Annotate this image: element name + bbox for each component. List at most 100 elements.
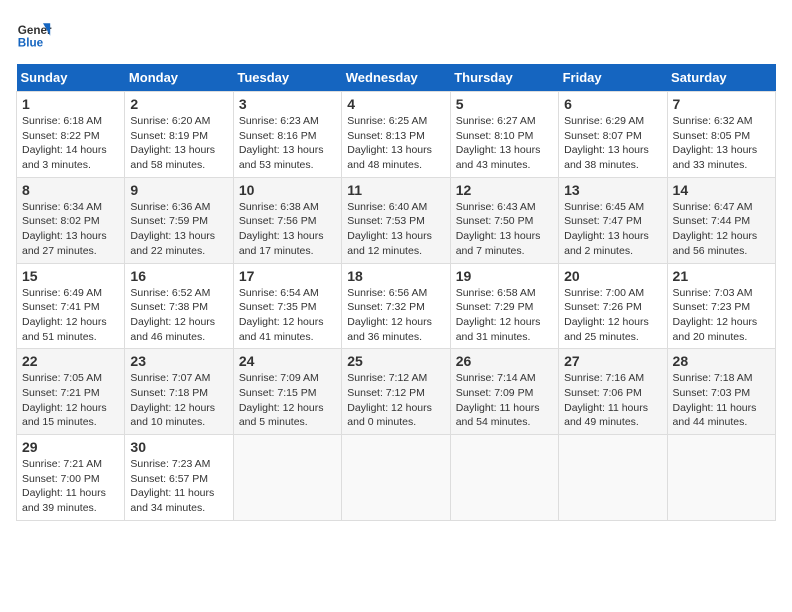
calendar-cell-4-2: 23 Sunrise: 7:07 AMSunset: 7:18 PMDayligh… [125,349,233,435]
calendar-cell-5-6 [559,435,667,521]
calendar-week-2: 8Sunrise: 6:34 AMSunset: 8:02 PMDaylight… [17,177,776,263]
calendar-cell-2-7: 14Sunrise: 6:47 AMSunset: 7:44 PMDayligh… [667,177,775,263]
calendar-cell-2-4: 11 Sunrise: 6:40 AMSunset: 7:53 PMDayligh… [342,177,450,263]
day-info: Sunrise: 7:00 AMSunset: 7:26 PMDaylight:… [564,286,661,345]
calendar-cell-1-2: 2 Sunrise: 6:20 AMSunset: 8:19 PMDaylight… [125,92,233,178]
calendar-week-4: 22Sunrise: 7:05 AMSunset: 7:21 PMDayligh… [17,349,776,435]
day-number: 2 [130,96,227,112]
day-info: Sunrise: 6:54 AMSunset: 7:35 PMDaylight:… [239,286,336,345]
calendar-cell-4-6: 27 Sunrise: 7:16 AMSunset: 7:06 PMDayligh… [559,349,667,435]
day-number: 15 [22,268,119,284]
day-number: 26 [456,353,553,369]
day-info: Sunrise: 6:56 AMSunset: 7:32 PMDaylight:… [347,286,444,345]
day-number: 1 [22,96,119,112]
day-number: 22 [22,353,119,369]
day-number: 12 [456,182,553,198]
day-number: 18 [347,268,444,284]
day-number: 6 [564,96,661,112]
calendar-cell-4-7: 28 Sunrise: 7:18 AMSunset: 7:03 PMDayligh… [667,349,775,435]
dow-header-saturday: Saturday [667,64,775,92]
calendar-cell-1-6: 6 Sunrise: 6:29 AMSunset: 8:07 PMDaylight… [559,92,667,178]
dow-header-friday: Friday [559,64,667,92]
day-info: Sunrise: 6:47 AMSunset: 7:44 PMDaylight:… [673,200,770,259]
day-number: 25 [347,353,444,369]
day-info: Sunrise: 7:14 AMSunset: 7:09 PMDaylight:… [456,371,553,430]
calendar-cell-5-4 [342,435,450,521]
day-number: 4 [347,96,444,112]
calendar-cell-3-1: 15 Sunrise: 6:49 AMSunset: 7:41 PMDayligh… [17,263,125,349]
day-number: 28 [673,353,770,369]
calendar-cell-3-3: 17 Sunrise: 6:54 AMSunset: 7:35 PMDayligh… [233,263,341,349]
day-number: 23 [130,353,227,369]
calendar-cell-1-3: 3Sunrise: 6:23 AMSunset: 8:16 PMDaylight… [233,92,341,178]
day-info: Sunrise: 6:49 AMSunset: 7:41 PMDaylight:… [22,286,119,345]
day-number: 27 [564,353,661,369]
calendar-cell-3-7: 21Sunrise: 7:03 AMSunset: 7:23 PMDayligh… [667,263,775,349]
day-number: 21 [673,268,770,284]
calendar-cell-5-2: 30 Sunrise: 7:23 AMSunset: 6:57 PMDayligh… [125,435,233,521]
dow-header-wednesday: Wednesday [342,64,450,92]
calendar-cell-5-5 [450,435,558,521]
calendar-cell-2-3: 10 Sunrise: 6:38 AMSunset: 7:56 PMDayligh… [233,177,341,263]
day-number: 7 [673,96,770,112]
day-info: Sunrise: 6:32 AMSunset: 8:05 PMDaylight:… [673,114,770,173]
day-number: 30 [130,439,227,455]
day-info: Sunrise: 6:25 AMSunset: 8:13 PMDaylight:… [347,114,444,173]
calendar-cell-2-5: 12 Sunrise: 6:43 AMSunset: 7:50 PMDayligh… [450,177,558,263]
day-info: Sunrise: 7:07 AMSunset: 7:18 PMDaylight:… [130,371,227,430]
calendar-cell-3-5: 19Sunrise: 6:58 AMSunset: 7:29 PMDayligh… [450,263,558,349]
day-info: Sunrise: 7:21 AMSunset: 7:00 PMDaylight:… [22,457,119,516]
svg-text:Blue: Blue [18,37,44,50]
calendar-cell-4-4: 25 Sunrise: 7:12 AMSunset: 7:12 PMDayligh… [342,349,450,435]
calendar-cell-3-4: 18 Sunrise: 6:56 AMSunset: 7:32 PMDayligh… [342,263,450,349]
calendar-cell-1-4: 4 Sunrise: 6:25 AMSunset: 8:13 PMDaylight… [342,92,450,178]
calendar-cell-4-1: 22Sunrise: 7:05 AMSunset: 7:21 PMDayligh… [17,349,125,435]
dow-header-sunday: Sunday [17,64,125,92]
calendar-cell-3-2: 16 Sunrise: 6:52 AMSunset: 7:38 PMDayligh… [125,263,233,349]
day-number: 11 [347,182,444,198]
calendar-cell-5-7 [667,435,775,521]
calendar-week-1: 1 Sunrise: 6:18 AMSunset: 8:22 PMDaylight… [17,92,776,178]
day-info: Sunrise: 7:16 AMSunset: 7:06 PMDaylight:… [564,371,661,430]
calendar-week-3: 15 Sunrise: 6:49 AMSunset: 7:41 PMDayligh… [17,263,776,349]
day-number: 19 [456,268,553,284]
calendar-cell-5-3 [233,435,341,521]
day-info: Sunrise: 6:36 AMSunset: 7:59 PMDaylight:… [130,200,227,259]
day-of-week-row: SundayMondayTuesdayWednesdayThursdayFrid… [17,64,776,92]
day-info: Sunrise: 6:43 AMSunset: 7:50 PMDaylight:… [456,200,553,259]
calendar-cell-4-5: 26 Sunrise: 7:14 AMSunset: 7:09 PMDayligh… [450,349,558,435]
day-info: Sunrise: 6:23 AMSunset: 8:16 PMDaylight:… [239,114,336,173]
day-info: Sunrise: 6:45 AMSunset: 7:47 PMDaylight:… [564,200,661,259]
page-header: General Blue [16,16,776,52]
day-info: Sunrise: 6:52 AMSunset: 7:38 PMDaylight:… [130,286,227,345]
day-info: Sunrise: 6:29 AMSunset: 8:07 PMDaylight:… [564,114,661,173]
calendar-cell-3-6: 20Sunrise: 7:00 AMSunset: 7:26 PMDayligh… [559,263,667,349]
day-number: 16 [130,268,227,284]
day-number: 17 [239,268,336,284]
day-number: 24 [239,353,336,369]
day-info: Sunrise: 6:27 AMSunset: 8:10 PMDaylight:… [456,114,553,173]
day-info: Sunrise: 7:12 AMSunset: 7:12 PMDaylight:… [347,371,444,430]
dow-header-thursday: Thursday [450,64,558,92]
dow-header-tuesday: Tuesday [233,64,341,92]
day-info: Sunrise: 6:40 AMSunset: 7:53 PMDaylight:… [347,200,444,259]
day-number: 5 [456,96,553,112]
day-info: Sunrise: 6:18 AMSunset: 8:22 PMDaylight:… [22,114,119,173]
calendar-cell-1-1: 1 Sunrise: 6:18 AMSunset: 8:22 PMDaylight… [17,92,125,178]
day-number: 9 [130,182,227,198]
day-info: Sunrise: 6:38 AMSunset: 7:56 PMDaylight:… [239,200,336,259]
day-info: Sunrise: 7:18 AMSunset: 7:03 PMDaylight:… [673,371,770,430]
calendar-cell-2-6: 13 Sunrise: 6:45 AMSunset: 7:47 PMDayligh… [559,177,667,263]
day-info: Sunrise: 6:20 AMSunset: 8:19 PMDaylight:… [130,114,227,173]
calendar-week-5: 29Sunrise: 7:21 AMSunset: 7:00 PMDayligh… [17,435,776,521]
logo: General Blue [16,16,56,52]
day-info: Sunrise: 7:23 AMSunset: 6:57 PMDaylight:… [130,457,227,516]
calendar-cell-5-1: 29Sunrise: 7:21 AMSunset: 7:00 PMDayligh… [17,435,125,521]
day-number: 10 [239,182,336,198]
logo-icon: General Blue [16,16,52,52]
calendar-cell-2-2: 9 Sunrise: 6:36 AMSunset: 7:59 PMDaylight… [125,177,233,263]
calendar-cell-1-5: 5 Sunrise: 6:27 AMSunset: 8:10 PMDaylight… [450,92,558,178]
calendar-cell-4-3: 24Sunrise: 7:09 AMSunset: 7:15 PMDayligh… [233,349,341,435]
day-number: 13 [564,182,661,198]
day-info: Sunrise: 6:34 AMSunset: 8:02 PMDaylight:… [22,200,119,259]
